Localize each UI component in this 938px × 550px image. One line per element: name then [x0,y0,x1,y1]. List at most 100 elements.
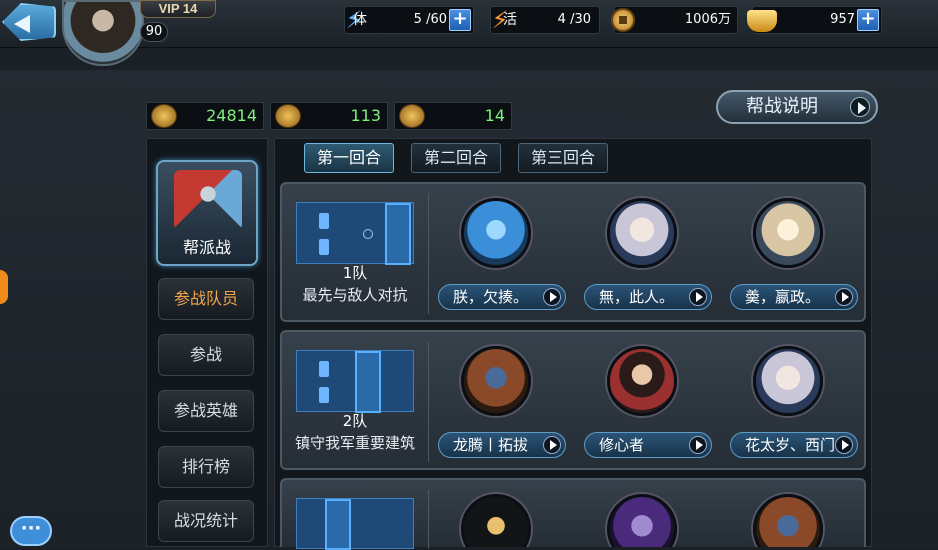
crossed-swords-icon [399,104,425,128]
play-arrow-icon [835,288,853,306]
sidebar-item-members[interactable]: 参战队员 [158,278,254,320]
play-arrow-icon [689,436,707,454]
hero-name-button[interactable]: 花太岁、西门 [730,432,858,458]
vigor-label: 活 [503,12,517,28]
stamina-value: 5 /60 [413,12,447,27]
side-float-button[interactable] [0,270,8,304]
hero-slot[interactable]: 龙腾丨拓拔 [436,336,586,466]
resource-value: 113 [350,106,381,125]
play-arrow-icon [835,436,853,454]
chat-bubble-icon[interactable]: ··· [10,516,52,546]
stamina-stat: ⚡ 体 5 /60 + [344,6,474,34]
vigor-value: 4 /30 [557,12,591,27]
guild-war-button[interactable]: 帮派战 [156,160,258,266]
add-ingots-button[interactable]: + [857,9,879,31]
team-map-thumbnail [296,498,414,550]
player-avatar[interactable] [62,0,144,66]
team-description: 镇守我军重要建筑 [294,434,415,452]
sidebar-item-heroes[interactable]: 参战英雄 [158,390,254,432]
hero-name: 羮，嬴政。 [745,288,821,306]
hero-portrait[interactable] [753,494,823,547]
hero-slot[interactable]: 花太岁、西门 [728,336,878,466]
coins-stat: 1006万 [611,6,738,34]
hero-portrait[interactable] [461,198,531,268]
gold-ingot-icon [747,10,777,32]
hero-portrait[interactable] [753,346,823,416]
hero-portrait[interactable] [607,346,677,416]
hero-slot[interactable]: 羮，嬴政。 [728,188,878,318]
play-arrow-icon [689,288,707,306]
hero-name: 花太岁、西门 [745,436,836,454]
coin-icon [611,8,635,32]
hero-portrait[interactable] [607,494,677,547]
hero-name-button[interactable]: 無，此人。 [584,284,712,310]
vigor-stat: ⚡ 活 4 /30 [490,6,600,34]
coins-value: 1006万 [684,12,731,27]
hero-slot[interactable] [728,484,878,547]
add-stamina-button[interactable]: + [449,9,471,31]
resource-value: 14 [484,106,505,125]
team-card [280,478,866,550]
hero-slot[interactable] [436,484,586,547]
hero-slot[interactable]: 朕，欠揍。 [436,188,586,318]
tab-round-3[interactable]: 第三回合 [518,143,608,173]
team-map-thumbnail [296,350,414,413]
guild-war-explain-button[interactable]: 帮战说明 [716,90,878,124]
target-ring-icon [363,229,373,239]
hero-name: 朕，欠揍。 [453,288,529,306]
vip-badge[interactable]: VIP 14 [140,0,216,18]
sidebar-item-join[interactable]: 参战 [158,334,254,376]
demon-mask-icon [275,104,301,128]
guild-war-label: 帮派战 [182,238,231,257]
hero-name-button[interactable]: 羮，嬴政。 [730,284,858,310]
divider [428,490,429,549]
hero-portrait[interactable] [461,346,531,416]
ingots-stat: 957 + [747,6,882,34]
unit-icon [319,361,329,377]
hero-name: 無，此人。 [599,288,675,306]
team-name: 2队 [342,412,368,430]
divider [428,342,429,462]
tab-round-1[interactable]: 第一回合 [304,143,394,173]
hero-slot[interactable]: 修心者 [582,336,732,466]
unit-icon [319,213,329,229]
team-card: 1队 最先与敌人对抗 朕，欠揍。 無，此人。 羮，嬴政。 [280,182,866,322]
hero-name: 龙腾丨拓拔 [453,436,529,454]
tab-round-2[interactable]: 第二回合 [411,143,501,173]
unit-icon [319,239,329,255]
hero-slot[interactable] [582,484,732,547]
hero-portrait[interactable] [753,198,823,268]
hero-name-button[interactable]: 修心者 [584,432,712,458]
sidebar-item-ranking[interactable]: 排行榜 [158,446,254,488]
medal-icon [151,104,177,128]
defense-zone [385,203,411,265]
back-arrow-icon [14,15,30,33]
hero-portrait[interactable] [607,198,677,268]
hero-slot[interactable]: 無，此人。 [582,188,732,318]
team-map-thumbnail [296,202,414,265]
resource-mask: 113 [270,102,388,130]
explain-label: 帮战说明 [746,96,818,117]
resource-value: 24814 [206,106,257,125]
defense-zone [355,351,381,413]
defense-zone [325,499,351,550]
unit-icon [319,387,329,403]
resource-swords: 14 [394,102,512,130]
resource-medal: 24814 [146,102,264,130]
hero-name-button[interactable]: 朕，欠揍。 [438,284,566,310]
team-card: 2队 镇守我军重要建筑 龙腾丨拓拔 修心者 花太岁、西门 [280,330,866,470]
stamina-label: 体 [353,12,367,28]
hero-name-button[interactable]: 龙腾丨拓拔 [438,432,566,458]
play-arrow-icon [543,288,561,306]
guild-flags-icon [174,170,242,230]
play-arrow-icon [543,436,561,454]
hero-portrait[interactable] [461,494,531,547]
play-arrow-icon [850,97,870,117]
team-description: 最先与敌人对抗 [302,286,408,304]
team-name: 1队 [342,264,368,282]
sidebar-item-stats[interactable]: 战况统计 [158,500,254,542]
ingots-value: 957 [830,12,855,27]
divider [428,194,429,314]
hero-name: 修心者 [599,436,645,454]
player-level: 90 [140,22,168,42]
